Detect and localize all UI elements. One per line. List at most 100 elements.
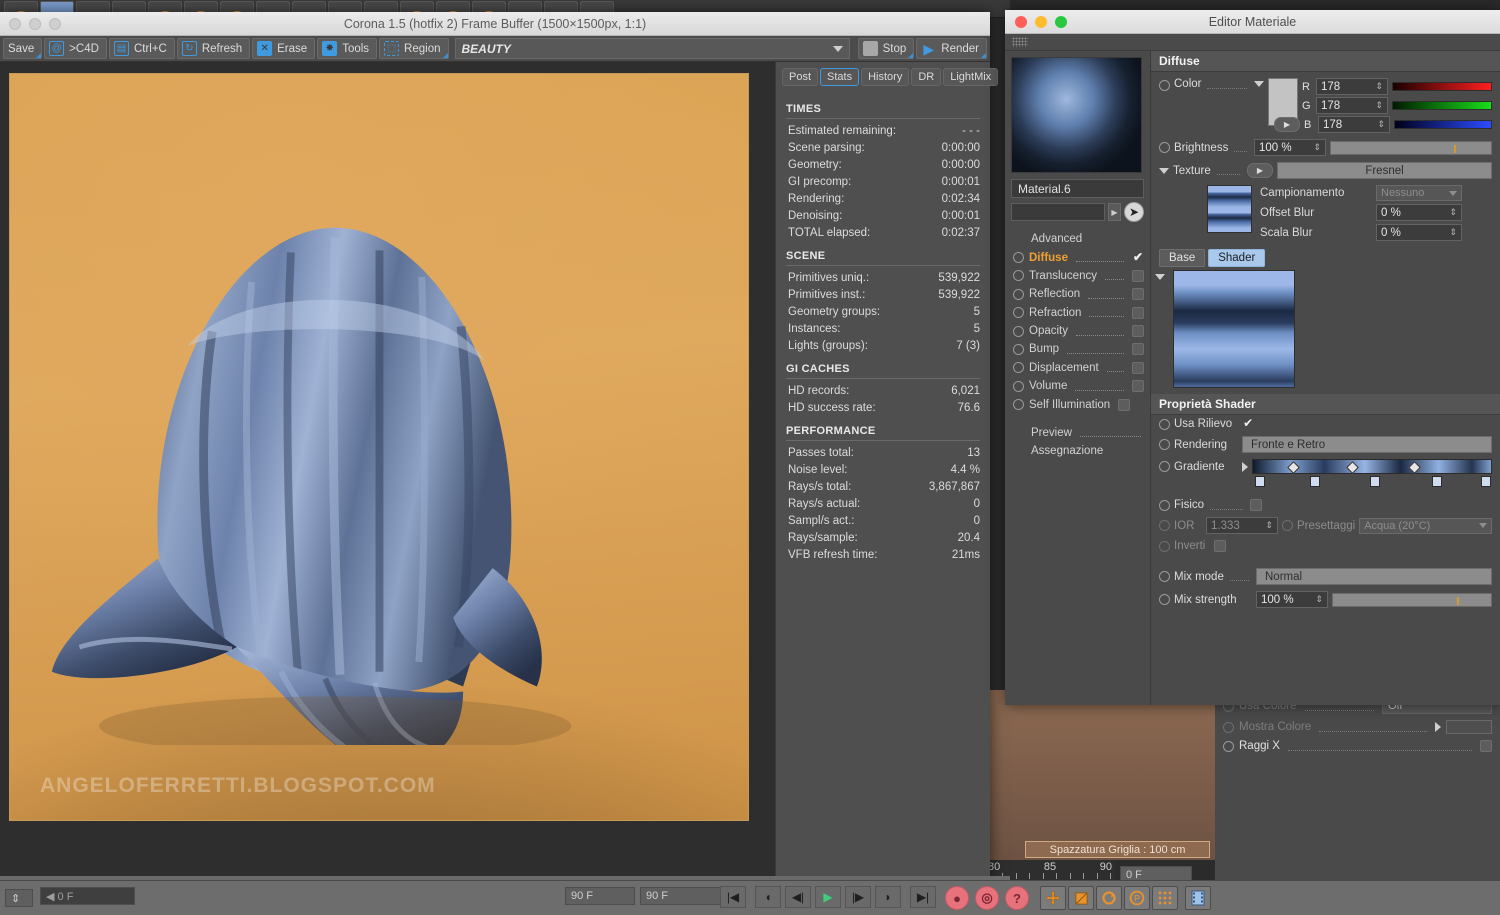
timeline-start-field[interactable]: ◀ 0 F xyxy=(40,887,135,905)
play-button[interactable]: ▶ xyxy=(815,886,841,908)
goto-start-button[interactable]: |◀ xyxy=(720,886,746,908)
scale-blur-field[interactable]: 0 % ⇕ xyxy=(1376,224,1462,241)
texture-menu-button[interactable]: ▶ xyxy=(1247,163,1273,178)
channel-self-illumination[interactable]: Self Illumination xyxy=(1011,395,1144,413)
gradient-stop[interactable] xyxy=(1481,476,1491,487)
mix-mode-row[interactable]: Mix mode Normal xyxy=(1151,565,1500,588)
checkbox-icon[interactable] xyxy=(1250,499,1262,511)
scale-blur-row[interactable]: Scala Blur 0 % ⇕ xyxy=(1260,224,1492,241)
chevron-down-icon[interactable] xyxy=(1159,168,1169,174)
material-link-field[interactable] xyxy=(1011,203,1105,221)
green-ramp[interactable] xyxy=(1392,101,1492,110)
timeline-spin[interactable]: ⇕ xyxy=(5,889,33,907)
channel-bump[interactable]: Bump xyxy=(1011,340,1144,358)
expand-color-button[interactable]: ▶ xyxy=(1274,117,1300,132)
corona-title-bar[interactable]: Corona 1.5 (hotfix 2) Frame Buffer (1500… xyxy=(0,12,990,36)
tab-shader[interactable]: Shader xyxy=(1208,249,1265,267)
r-value-field[interactable]: 178 ⇕ xyxy=(1316,78,1388,95)
material-preview-thumbnail[interactable] xyxy=(1011,57,1142,173)
b-value-field[interactable]: 178 ⇕ xyxy=(1318,116,1390,133)
material-link-row[interactable]: ▶ ➤ xyxy=(1011,203,1144,221)
step-forward-button[interactable]: |▶ xyxy=(845,886,871,908)
red-ramp[interactable] xyxy=(1392,82,1492,91)
chevron-down-icon[interactable] xyxy=(1155,274,1165,280)
prev-keyframe-button[interactable]: ◖ xyxy=(755,886,781,908)
attr-row-mostra-colore[interactable]: Mostra Colore xyxy=(1215,717,1500,737)
channel-advanced[interactable]: Advanced xyxy=(1011,230,1144,248)
color-swatch[interactable] xyxy=(1446,720,1492,734)
stats-tab-bar[interactable]: Post Stats History DR LightMix xyxy=(776,62,990,90)
render-viewport[interactable]: ANGELOFERRETTI.BLOGSPOT.COM xyxy=(0,62,775,880)
gradient-row[interactable]: Gradiente xyxy=(1151,456,1500,484)
brightness-field[interactable]: 100 % ⇕ xyxy=(1254,139,1326,156)
g-value-field[interactable]: 178 ⇕ xyxy=(1316,97,1388,114)
channel-preview[interactable]: Preview xyxy=(1011,424,1144,442)
stepper-icon[interactable]: ⇕ xyxy=(1377,119,1385,130)
rotate-tool-icon[interactable] xyxy=(1096,886,1122,910)
pick-cursor-icon[interactable]: ➤ xyxy=(1124,202,1144,222)
save-button[interactable]: Save xyxy=(3,38,42,59)
blue-ramp[interactable] xyxy=(1394,120,1492,129)
timeline-end-field[interactable]: 90 F xyxy=(565,887,635,905)
mix-strength-slider[interactable] xyxy=(1332,593,1492,607)
autokey-button[interactable]: ◎ xyxy=(975,886,999,910)
texture-value[interactable]: Fresnel xyxy=(1277,162,1492,179)
stepper-icon[interactable]: ⇕ xyxy=(1375,81,1383,92)
checkbox-icon[interactable] xyxy=(1132,288,1144,300)
stop-button[interactable]: Stop xyxy=(858,38,915,59)
channel-reflection[interactable]: Reflection xyxy=(1011,285,1144,303)
gradient-stop[interactable] xyxy=(1310,476,1320,487)
channel-diffuse[interactable]: Diffuse xyxy=(1011,248,1144,266)
gradient-knot[interactable] xyxy=(1346,461,1359,474)
ior-field[interactable]: 1.333 ⇕ xyxy=(1206,517,1278,534)
physical-row[interactable]: Fisico xyxy=(1151,496,1500,514)
region-button[interactable]: ⬚ Region xyxy=(379,38,448,59)
gradient-stop[interactable] xyxy=(1432,476,1442,487)
shader-tab-bar[interactable]: Base Shader xyxy=(1151,244,1500,270)
invert-row[interactable]: Inverti xyxy=(1151,537,1500,555)
checkbox-icon[interactable] xyxy=(1132,307,1144,319)
record-button[interactable]: ● xyxy=(945,886,969,910)
timeline-range-field[interactable]: 90 F xyxy=(640,887,730,905)
mix-strength-field[interactable]: 100 % ⇕ xyxy=(1256,591,1328,608)
brightness-slider[interactable] xyxy=(1330,141,1492,155)
color-row[interactable]: Color R 178 ⇕ xyxy=(1151,72,1500,136)
channel-assegnazione[interactable]: Assegnazione xyxy=(1011,442,1144,460)
offset-blur-row[interactable]: Offset Blur 0 % ⇕ xyxy=(1260,204,1492,221)
presets-dropdown[interactable]: Acqua (20°C) xyxy=(1359,518,1492,534)
gradient-knot[interactable] xyxy=(1287,461,1300,474)
channel-volume[interactable]: Volume xyxy=(1011,377,1144,395)
material-editor-title-bar[interactable]: Editor Materiale xyxy=(1005,10,1500,34)
shader-preview[interactable] xyxy=(1173,270,1295,388)
chevron-down-icon[interactable] xyxy=(1254,81,1264,87)
checkbox-icon[interactable] xyxy=(1132,362,1144,374)
tab-lightmix[interactable]: LightMix xyxy=(943,68,998,86)
film-tool-icon[interactable] xyxy=(1185,886,1211,910)
checkbox-icon[interactable] xyxy=(1132,270,1144,282)
material-name-field[interactable]: Material.6 xyxy=(1011,179,1144,198)
checkbox-icon[interactable] xyxy=(1118,399,1130,411)
panel-grip[interactable] xyxy=(1005,34,1500,51)
mix-strength-row[interactable]: Mix strength 100 % ⇕ xyxy=(1151,588,1500,611)
render-button[interactable]: ▶ Render xyxy=(916,38,987,59)
checkbox-icon[interactable] xyxy=(1132,325,1144,337)
channel-opacity[interactable]: Opacity xyxy=(1011,322,1144,340)
chevron-right-icon[interactable] xyxy=(1242,462,1248,472)
erase-button[interactable]: ✕ Erase xyxy=(252,38,315,59)
parametric-tool-icon[interactable]: P xyxy=(1124,886,1150,910)
tab-post[interactable]: Post xyxy=(782,68,818,86)
checkbox-icon[interactable] xyxy=(1242,418,1254,430)
scale-tool-icon[interactable] xyxy=(1068,886,1094,910)
stepper-icon[interactable]: ⇕ xyxy=(1265,520,1273,531)
gradient-editor[interactable] xyxy=(1252,459,1492,474)
channel-refraction[interactable]: Refraction xyxy=(1011,304,1144,322)
refresh-button[interactable]: ↻ Refresh xyxy=(177,38,250,59)
send-to-c4d-button[interactable]: @ >C4D xyxy=(44,38,107,59)
rendering-row[interactable]: Rendering Fronte e Retro xyxy=(1151,433,1500,456)
tab-stats[interactable]: Stats xyxy=(820,68,859,86)
chevron-right-icon[interactable]: ▶ xyxy=(1108,203,1121,221)
ior-row[interactable]: IOR 1.333 ⇕ Presettaggi Acqua (20°C) xyxy=(1151,514,1500,537)
gradient-stop[interactable] xyxy=(1255,476,1265,487)
move-tool-icon[interactable] xyxy=(1040,886,1066,910)
tools-button[interactable]: ✸ Tools xyxy=(317,38,377,59)
